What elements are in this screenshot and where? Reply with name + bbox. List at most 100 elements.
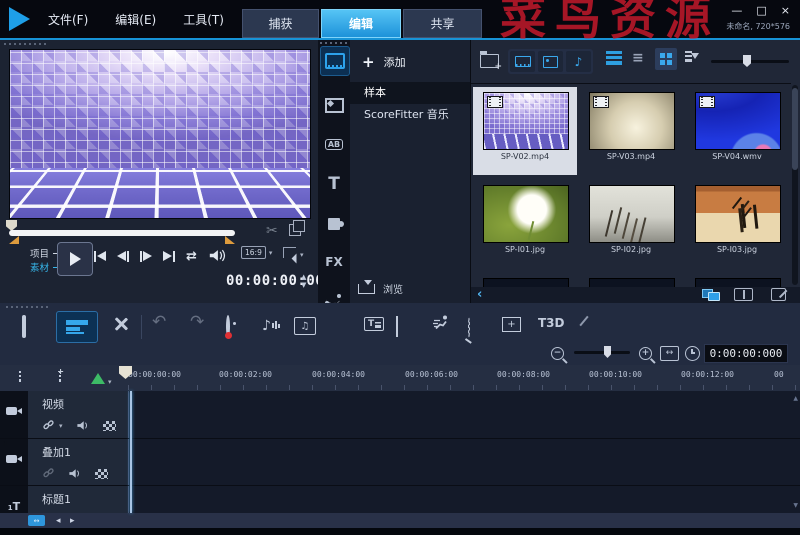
fit-project-icon[interactable]: ↔ (660, 346, 679, 361)
library-scrollbar[interactable] (792, 85, 798, 285)
library-item[interactable]: SP-V03.mp4 (579, 87, 683, 175)
timeline-ruler[interactable]: ▾ 00:00:00:00 00:00:02:00 00:00:04:00 00… (0, 365, 800, 392)
redo-icon[interactable]: ↷ (190, 312, 204, 332)
menu-tools[interactable]: 工具(T) (177, 9, 230, 30)
close-button[interactable]: × (781, 4, 790, 17)
sound-mixer-icon[interactable]: ♪ (262, 318, 271, 334)
library-item[interactable]: SP-V04.wmv (685, 87, 789, 175)
3d-title-icon[interactable]: T3D (538, 316, 565, 330)
media-library-icon[interactable] (320, 46, 350, 76)
slider-thumb[interactable] (743, 55, 751, 67)
seek-bar[interactable] (9, 230, 235, 236)
overlay-track-content[interactable] (129, 439, 800, 485)
auto-music-icon[interactable]: ♫ (294, 317, 316, 335)
tab-share[interactable]: 共享 (403, 9, 482, 38)
next-frame-button[interactable] (140, 251, 152, 262)
slider-thumb[interactable] (604, 346, 611, 358)
library-item[interactable]: SP-V02.mp4 (473, 87, 577, 175)
filter-fx-icon[interactable]: FX (320, 248, 348, 276)
thumbnail-image[interactable] (589, 185, 675, 243)
library-item[interactable] (685, 273, 789, 287)
track-transparency-icon[interactable] (103, 421, 116, 431)
mask-creator-icon[interactable]: + (502, 317, 521, 332)
thumbnail-video[interactable] (483, 92, 569, 150)
record-capture-icon[interactable] (226, 317, 230, 336)
library-item[interactable]: SP-I02.jpg (579, 180, 683, 268)
import-media-icon[interactable] (480, 54, 499, 68)
timeline-timecode[interactable]: 0:00:00:000 (704, 344, 788, 363)
ruler-scale[interactable]: 00:00:00:00 00:00:02:00 00:00:04:00 00:0… (124, 365, 800, 391)
thumbnail-clip[interactable] (589, 278, 675, 287)
track-mute-icon[interactable] (76, 420, 90, 431)
video-track-content[interactable] (129, 391, 800, 438)
browse-button[interactable]: 浏览 (358, 281, 403, 296)
enlarge-preview-icon[interactable] (283, 247, 296, 258)
title-icon[interactable]: T (320, 170, 348, 198)
library-item[interactable]: SP-I03.jpg (685, 180, 789, 268)
prev-frame-button[interactable] (117, 251, 129, 262)
multicam-editor-icon[interactable] (396, 317, 398, 336)
link-icon[interactable] (42, 416, 55, 435)
thumbnail-image[interactable] (695, 185, 781, 243)
timecode-spinner[interactable]: ▲ ▼ (301, 274, 306, 288)
overlay-icon[interactable]: AB (320, 130, 348, 158)
minimize-button[interactable]: — (731, 4, 742, 17)
track-transparency-icon[interactable] (95, 469, 108, 479)
scrollbar-thumb[interactable] (792, 88, 798, 170)
nav-item-scorefitter[interactable]: ScoreFitter 音乐 (350, 104, 470, 126)
video-track-type-icon[interactable] (0, 391, 28, 438)
timeline-view-icon[interactable] (56, 311, 98, 343)
collapse-panel-icon[interactable]: ‹ (477, 290, 482, 300)
menu-edit[interactable]: 编辑(E) (109, 9, 162, 30)
undo-icon[interactable]: ↶ (152, 312, 166, 332)
library-item[interactable]: SP-I01.jpg (473, 180, 577, 268)
chevron-down-icon[interactable]: ▾ (108, 378, 112, 386)
link-icon[interactable] (42, 464, 55, 483)
thumbnail-video[interactable] (695, 92, 781, 150)
scroll-right-icon[interactable]: ▸ (70, 516, 75, 526)
track-mute-icon[interactable] (68, 468, 82, 479)
sort-icon[interactable] (685, 50, 699, 64)
aspect-ratio-selector[interactable]: 16:9 ▾ (241, 246, 272, 259)
home-button[interactable] (94, 251, 106, 262)
tab-capture[interactable]: 捕获 (242, 9, 319, 38)
title-track-content[interactable] (129, 486, 800, 513)
library-item[interactable] (579, 273, 683, 287)
thumbnail-clip[interactable] (695, 278, 781, 287)
trim-handle-end[interactable] (225, 236, 235, 244)
hscroll-thumb[interactable]: ↔ (28, 515, 45, 526)
transitions-icon[interactable] (320, 91, 348, 119)
capture-frame-icon[interactable] (289, 224, 301, 236)
split-clip-icon[interactable]: ✂ (266, 223, 278, 239)
filter-photos-icon[interactable] (538, 51, 563, 72)
video-track-header[interactable]: 视频 ▾ (28, 391, 129, 438)
storyboard-view-icon[interactable] (22, 317, 26, 336)
storyboard-panel-icon[interactable] (734, 288, 753, 301)
edit-library-icon[interactable] (771, 288, 786, 301)
end-button[interactable] (163, 251, 175, 262)
menu-file[interactable]: 文件(F) (42, 9, 94, 30)
filter-audio-icon[interactable]: ♪ (566, 51, 591, 72)
thumbnail-image[interactable] (483, 185, 569, 243)
tab-edit[interactable]: 编辑 (321, 9, 401, 38)
thumbnail-video[interactable] (589, 92, 675, 150)
play-button[interactable] (57, 242, 93, 276)
overlay-track-header[interactable]: 叠加1 (28, 439, 129, 485)
thumbnail-view-icon[interactable] (655, 48, 677, 70)
volume-icon[interactable] (208, 247, 226, 266)
scroll-left-icon[interactable]: ◂ (56, 516, 61, 526)
thumbnail-zoom-slider[interactable] (711, 60, 789, 63)
graphic-icon[interactable] (320, 210, 348, 238)
zoom-out-icon[interactable]: − (551, 347, 564, 360)
ripple-edit-icon[interactable] (91, 373, 105, 384)
title-track-header[interactable]: 标题1 (28, 486, 129, 513)
add-folder-button[interactable]: + 添加 (362, 54, 406, 70)
library-item[interactable] (473, 273, 577, 287)
show-titles-icon[interactable] (606, 51, 622, 65)
list-view-icon[interactable]: ≡ (632, 50, 644, 66)
maximize-button[interactable]: □ (756, 4, 766, 17)
subtitle-editor-icon[interactable]: T (364, 317, 384, 331)
project-duration-icon[interactable] (685, 346, 700, 361)
spin-down-icon[interactable]: ▼ (301, 282, 306, 288)
thumbnail-clip[interactable] (483, 278, 569, 287)
